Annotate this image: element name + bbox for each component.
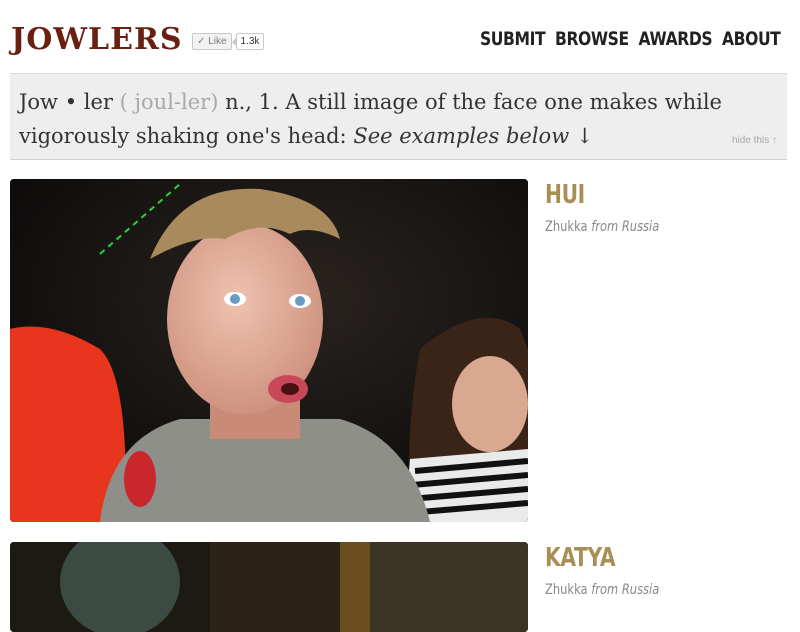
see-examples-link[interactable]: See examples below ↓ bbox=[353, 124, 593, 148]
def-sense-number: 1. bbox=[258, 90, 279, 114]
hide-banner-link[interactable]: hide this ↑ bbox=[732, 135, 777, 146]
site-logo[interactable]: JOWLERS bbox=[11, 22, 183, 57]
def-word: Jow • ler bbox=[19, 90, 113, 114]
nav-about[interactable]: ABOUT bbox=[722, 28, 781, 50]
entry-country[interactable]: Russia bbox=[622, 582, 659, 598]
main-nav: SUBMIT BROWSE AWARDS ABOUT bbox=[480, 28, 781, 50]
entry-photo-katya[interactable] bbox=[10, 542, 528, 632]
def-part-of-speech: n., bbox=[225, 90, 252, 114]
entry-photo-hui[interactable] bbox=[10, 179, 528, 522]
nav-browse[interactable]: BROWSE bbox=[555, 28, 629, 50]
definition-text: Jow • ler ( joul-ler) n., 1. A still ima… bbox=[19, 85, 779, 153]
entry-author[interactable]: Zhukka bbox=[545, 219, 588, 235]
entry-name[interactable]: HUI bbox=[545, 180, 585, 210]
definition-banner: Jow • ler ( joul-ler) n., 1. A still ima… bbox=[10, 73, 787, 160]
def-pronunciation: ( joul-ler) bbox=[119, 90, 219, 114]
like-count: 1.3k bbox=[231, 33, 265, 50]
entry-country[interactable]: Russia bbox=[622, 219, 659, 235]
nav-submit[interactable]: SUBMIT bbox=[480, 28, 546, 50]
photo-illustration bbox=[10, 179, 528, 522]
entry-author[interactable]: Zhukka bbox=[545, 582, 588, 598]
entry-from-label: from bbox=[591, 582, 619, 598]
entry-meta: Zhukka from Russia bbox=[545, 582, 659, 598]
photo-illustration bbox=[10, 542, 528, 632]
entry-from-label: from bbox=[591, 219, 619, 235]
entry-meta: Zhukka from Russia bbox=[545, 219, 659, 235]
facebook-like-widget[interactable]: ✓ Like 1.3k bbox=[192, 33, 265, 50]
entry-name[interactable]: KATYA bbox=[545, 543, 616, 573]
nav-awards[interactable]: AWARDS bbox=[638, 28, 712, 50]
like-button[interactable]: ✓ Like bbox=[192, 33, 232, 50]
